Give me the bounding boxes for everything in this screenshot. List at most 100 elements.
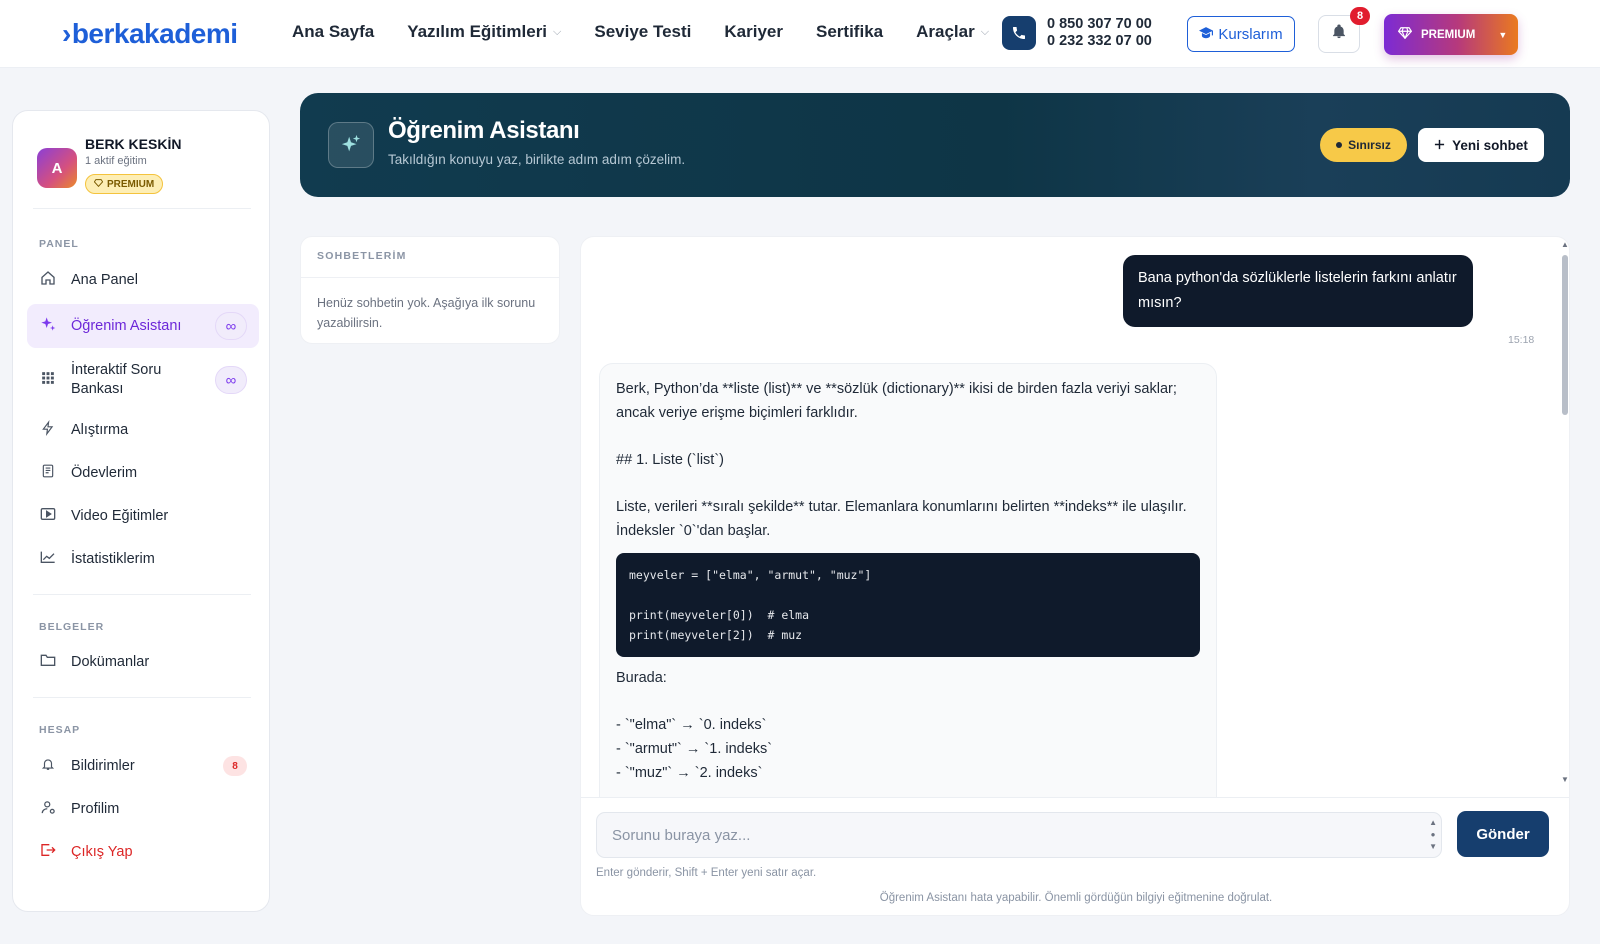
lightning-icon (39, 420, 57, 440)
assistant-header-banner: Öğrenim Asistanı Takıldığın konuyu yaz, … (300, 93, 1570, 197)
new-chat-label: Yeni sohbet (1452, 137, 1528, 153)
divider (33, 697, 251, 698)
phone-numbers[interactable]: 0 850 307 70 00 0 232 332 07 00 (1047, 16, 1152, 50)
graduation-cap-icon (1199, 26, 1214, 43)
logout-icon (39, 843, 57, 861)
scroll-up-arrow-icon[interactable]: ▲ (1561, 240, 1569, 249)
message-input-placeholder: Sorunu buraya yaz... (612, 826, 751, 844)
sidebar-item-ana-panel[interactable]: Ana Panel (27, 258, 259, 302)
scroll-down-arrow-icon[interactable]: ▼ (1561, 775, 1569, 784)
logo[interactable]: ›berkakademi (62, 18, 238, 50)
nav-label: Seviye Testi (594, 22, 692, 41)
my-courses-button[interactable]: Kurslarım (1187, 16, 1295, 52)
label-line-1: İnteraktif Soru (71, 362, 162, 378)
notification-count-badge: 8 (223, 756, 247, 776)
diamond-icon (1397, 27, 1413, 42)
sidebar-item-odevlerim[interactable]: Ödevlerim (27, 451, 259, 495)
message-list[interactable]: Bana python'da sözlüklerle listelerin fa… (581, 237, 1559, 797)
nav-item-araclar[interactable]: Araçlar ⌵ (916, 22, 989, 42)
send-button[interactable]: Gönder (1457, 811, 1549, 857)
chat-history-title: SOHBETLERİM (317, 250, 407, 262)
user-premium-badge: PREMIUM (85, 174, 164, 194)
avatar[interactable]: A (37, 148, 77, 188)
scrollbar-thumb[interactable] (1562, 255, 1568, 415)
user-name: BERK KESKİN (85, 136, 182, 152)
phone-icon[interactable] (1002, 16, 1036, 50)
input-hint: Enter gönderir, Shift + Enter yeni satır… (596, 867, 817, 879)
user-badge-label: PREMIUM (107, 178, 155, 190)
notification-count-badge: 8 (1350, 7, 1370, 25)
disclaimer-text: Öğrenim Asistanı hata yapabilir. Önemli … (879, 892, 1273, 904)
main-nav: Ana Sayfa Yazılım Eğitimleri ⌵ Seviye Tes… (292, 22, 1022, 42)
diamond-icon (93, 178, 104, 190)
sidebar-item-alistirma[interactable]: Alıştırma (27, 408, 259, 452)
sidebar-item-profilim[interactable]: Profilim (27, 787, 259, 831)
plus-icon (1434, 138, 1445, 153)
logo-mark: › (62, 18, 71, 49)
nav-label: Ana Sayfa (292, 22, 375, 41)
nav-label: Yazılım Eğitimleri (407, 22, 548, 41)
section-title-panel: PANEL (39, 238, 79, 250)
new-chat-button[interactable]: Yeni sohbet (1418, 128, 1544, 162)
sidebar-item-video-egitimler[interactable]: Video Eğitimler (27, 494, 259, 538)
list-item: - `"armut"` → `1. indeks` (616, 741, 773, 757)
user-subtitle: 1 aktif eğitim (85, 155, 147, 167)
chat-panel: Bana python'da sözlüklerle listelerin fa… (580, 236, 1570, 916)
play-video-icon (39, 507, 57, 525)
infinity-icon: ∞ (215, 366, 247, 394)
divider (301, 277, 559, 278)
sidebar-item-soru-bankasi[interactable]: İnteraktif Soru Bankası ∞ (27, 356, 259, 404)
message-input[interactable]: Sorunu buraya yaz... ▲ ● ▼ (596, 812, 1442, 858)
code-block: meyveler = ["elma", "armut", "muz"] prin… (616, 553, 1200, 657)
sidebar-item-label: Profilim (71, 801, 120, 817)
sidebar-item-dokumanlar[interactable]: Dokümanlar (27, 640, 259, 684)
logo-text: berkakademi (71, 18, 238, 49)
user-settings-icon (39, 800, 57, 819)
unlimited-badge: Sınırsız (1320, 128, 1407, 162)
sidebar-item-label: Öğrenim Asistanı (71, 318, 182, 334)
nav-item-ana-sayfa[interactable]: Ana Sayfa (292, 22, 374, 42)
chat-history-empty-text: Henüz sohbetin yok. Aşağıya ilk sorunu y… (317, 296, 536, 330)
nav-item-yazilim-egitimleri[interactable]: Yazılım Eğitimleri ⌵ (407, 22, 561, 42)
sidebar-item-label: Ana Panel (71, 272, 138, 288)
message-timestamp: 15:18 (1508, 334, 1535, 346)
unlimited-label: Sınırsız (1348, 138, 1391, 152)
document-list-icon (39, 463, 57, 483)
sidebar-item-label: İstatistiklerim (71, 551, 155, 567)
bell-icon (1331, 23, 1347, 45)
assistant-heading: ## 1. Liste (`list`) (616, 452, 724, 468)
my-courses-label: Kurslarım (1218, 25, 1283, 43)
nav-item-sertifika[interactable]: Sertifika (816, 22, 883, 42)
sidebar-item-label: Ödevlerim (71, 465, 138, 481)
list-item: - `"muz"` → `2. indeks` (616, 765, 763, 781)
resize-stepper-icon: ▲ ● ▼ (1429, 818, 1437, 851)
bell-icon (39, 756, 57, 776)
sidebar-item-ogrenim-asistani[interactable]: Öğrenim Asistanı ∞ (27, 304, 259, 348)
label-line-2: Bankası (71, 381, 124, 397)
list-item: - `"elma"` → `0. indeks` (616, 717, 767, 733)
assistant-paragraph: Liste, verileri **sıralı şekilde** tutar… (616, 499, 1187, 539)
home-icon (39, 270, 57, 290)
assistant-paragraph: Berk, Python’da **liste (list)** ve **sö… (616, 381, 1177, 421)
chat-history-panel: SOHBETLERİM Henüz sohbetin yok. Aşağıya … (300, 236, 560, 344)
nav-item-kariyer[interactable]: Kariyer (724, 22, 783, 42)
nav-label: Sertifika (816, 22, 884, 41)
chart-line-icon (39, 550, 57, 568)
nav-item-seviye-testi[interactable]: Seviye Testi (594, 22, 691, 42)
sidebar-item-label: Bildirimler (71, 758, 135, 774)
chevron-down-icon: ⌵ (980, 25, 990, 38)
sidebar-item-cikis-yap[interactable]: Çıkış Yap (27, 830, 259, 874)
premium-button[interactable]: PREMIUM ▼ (1384, 14, 1518, 55)
sparkles-icon (328, 122, 374, 168)
assistant-paragraph: Burada: (616, 670, 667, 686)
scrollbar[interactable]: ▲ ▼ (1559, 237, 1569, 797)
grid-icon (39, 371, 57, 389)
sidebar-item-label: Dokümanlar (71, 654, 150, 670)
divider (33, 594, 251, 595)
chevron-down-icon: ⌵ (553, 25, 562, 38)
phone-1[interactable]: 0 850 307 70 00 (1047, 16, 1152, 33)
phone-2[interactable]: 0 232 332 07 00 (1047, 33, 1152, 50)
sidebar-item-bildirimler[interactable]: Bildirimler 8 (27, 744, 259, 788)
sidebar-item-istatistiklerim[interactable]: İstatistiklerim (27, 537, 259, 581)
sidebar-item-label: İnteraktif Soru Bankası (71, 361, 161, 399)
